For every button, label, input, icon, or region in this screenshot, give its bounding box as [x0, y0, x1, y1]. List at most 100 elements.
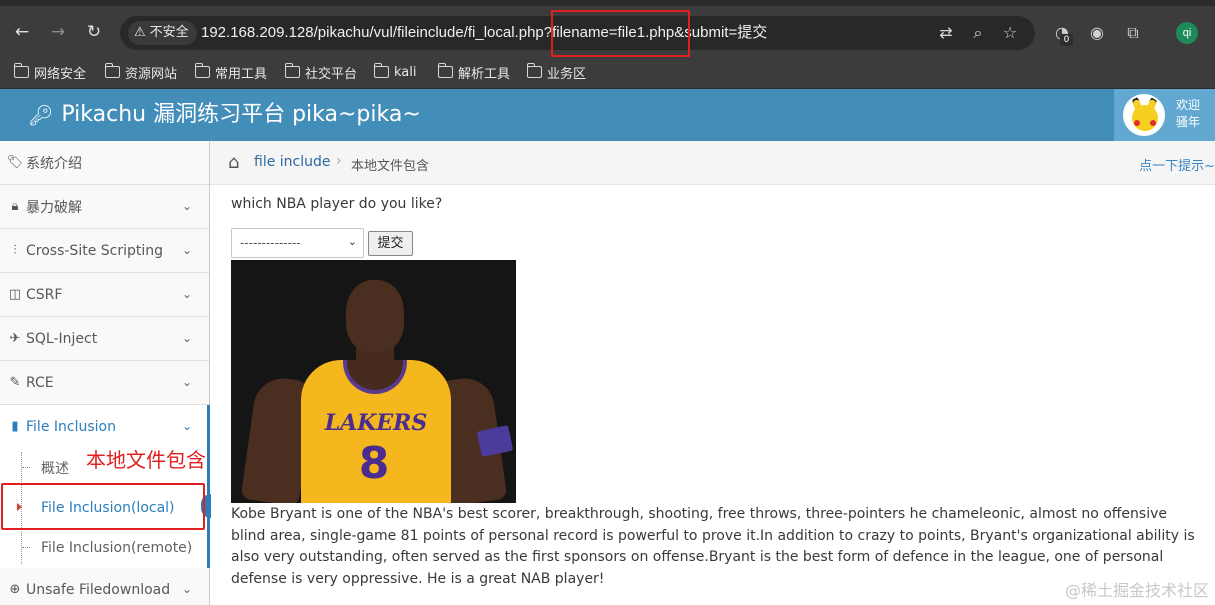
bookmark-label: 网络安全 [34, 66, 87, 82]
bookmark-folder[interactable]: 资源网站 [104, 62, 178, 82]
warning-icon: ⚠ [134, 25, 146, 40]
bookmark-folder[interactable]: kali [373, 62, 417, 82]
select-value: -------------- [240, 236, 301, 250]
back-button[interactable]: ← [10, 20, 34, 44]
bookmark-folder[interactable]: 常用工具 [194, 62, 268, 82]
key-icon: 🔑︎ [28, 103, 54, 127]
sidebar-item-label: SQL-Inject [26, 330, 98, 347]
forward-button[interactable]: → [46, 20, 70, 44]
app-title-text: Pikachu 漏洞练习平台 pika~pika~ [61, 102, 421, 127]
sidebar-item-label: CSRF [26, 286, 63, 303]
username: 骚年 [1176, 115, 1201, 129]
bookmark-label: 解析工具 [458, 66, 511, 82]
chevron-down-icon: ⌄ [182, 419, 193, 433]
zoom-icon[interactable]: ⌕ [968, 23, 988, 43]
extension-badge: 0 [1060, 34, 1073, 46]
sidebar-item-label: File Inclusion [26, 418, 116, 435]
tags-icon: 🏷︎ [6, 155, 24, 170]
file-icon: ▮ [11, 419, 19, 434]
profile-avatar[interactable]: qi [1176, 22, 1198, 44]
photo-head [346, 280, 404, 352]
player-photo: LAKERS 8 [231, 260, 516, 503]
forward-arrow-icon: → [50, 22, 66, 42]
folder-icon [373, 63, 389, 78]
folder-icon [104, 63, 120, 78]
submenu-item-file-inclusion-remote[interactable]: File Inclusion(remote) [0, 528, 209, 568]
sidebar-item-sql-inject[interactable]: ✈ SQL-Inject ⌄ [0, 317, 209, 361]
bookmark-label: 常用工具 [215, 66, 268, 82]
lock-icon: 🔒︎ [11, 199, 19, 214]
greeting-line: 欢迎 [1176, 98, 1201, 112]
bookmarks-bar: 网络安全 资源网站 常用工具 社交平台 kali 解析工具 业务区 [0, 55, 1215, 89]
breadcrumb-current: 本地文件包含 [351, 159, 430, 174]
sidebar-item-label: RCE [26, 374, 54, 391]
bookmark-folder[interactable]: 解析工具 [437, 62, 511, 82]
sidebar-item-rce[interactable]: ✎ RCE ⌄ [0, 361, 209, 405]
bookmark-folder[interactable]: 社交平台 [284, 62, 358, 82]
star-icon[interactable]: ☆ [1000, 23, 1020, 43]
home-icon[interactable]: ⌂ [228, 152, 239, 173]
pikachu-cheek [1150, 120, 1156, 126]
record-icon[interactable]: ◉ [1086, 22, 1108, 44]
pikachu-cheek [1134, 120, 1140, 126]
bookmark-label: 资源网站 [125, 66, 178, 82]
bookmark-label: 业务区 [547, 66, 587, 82]
app-header: 🔑︎ Pikachu 漏洞练习平台 pika~pika~ [0, 89, 1215, 141]
tree-connector [22, 467, 30, 468]
reload-button[interactable]: ↻ [82, 20, 106, 44]
pikachu-face [1132, 105, 1158, 131]
photo-wristband [476, 424, 514, 458]
sidebar-item-label: Cross-Site Scripting [26, 242, 164, 259]
breadcrumb-separator: › [336, 153, 342, 169]
sidebar-item-xss[interactable]: ⫶ Cross-Site Scripting ⌄ [0, 229, 209, 273]
security-chip[interactable]: ⚠ 不安全 [128, 21, 197, 45]
sidebar-item-unsafe-filedownload[interactable]: ⊕ Unsafe Filedownload ⌄ [0, 568, 209, 605]
breadcrumb-link[interactable]: file include [254, 154, 331, 170]
submit-button[interactable]: 提交 [368, 231, 413, 256]
annotation-label: 本地文件包含 [86, 448, 206, 472]
bookmark-folder[interactable]: 业务区 [526, 62, 587, 82]
security-label: 不安全 [149, 25, 189, 40]
translate-icon[interactable]: ⇄ [936, 23, 956, 43]
sidebar-item-intro[interactable]: 🏷︎ 系统介绍 [0, 141, 209, 185]
folder-icon [284, 63, 300, 78]
folder-icon [437, 63, 453, 78]
player-select[interactable]: -------------- ⌄ [231, 228, 364, 258]
caret-square-icon: ◫ [8, 287, 22, 302]
chevron-down-icon: ⌄ [182, 375, 193, 389]
sidebar-item-label: 暴力破解 [26, 199, 82, 216]
user-menu[interactable]: 欢迎 骚年 [1114, 89, 1215, 141]
sidebar-item-label: 系统介绍 [26, 155, 82, 172]
sliders-icon: ⫶ [13, 243, 17, 258]
folder-icon [194, 63, 210, 78]
avatar [1123, 94, 1165, 136]
chevron-down-icon: ⌄ [347, 235, 357, 248]
back-arrow-icon: ← [14, 22, 30, 42]
hint-link[interactable]: 点一下提示~ [1139, 155, 1215, 174]
chevron-down-icon: ⌄ [182, 287, 193, 301]
player-description: Kobe Bryant is one of the NBA's best sco… [231, 506, 1195, 587]
chevron-down-icon: ⌄ [182, 199, 193, 213]
bookmark-folder[interactable]: 网络安全 [13, 62, 87, 82]
sidebar-item-brute-force[interactable]: 🔒︎ 暴力破解 ⌄ [0, 185, 209, 229]
sidebar-item-file-inclusion[interactable]: ▮ File Inclusion ⌄ [0, 405, 209, 449]
chevron-down-icon: ⌄ [182, 582, 193, 596]
submenu-item-label: File Inclusion(remote) [41, 540, 193, 556]
chevron-down-icon: ⌄ [182, 243, 193, 257]
bookmark-label: 社交平台 [305, 66, 358, 82]
bookmark-label: kali [394, 64, 417, 80]
sidebar-item-csrf[interactable]: ◫ CSRF ⌄ [0, 273, 209, 317]
user-greeting: 欢迎 骚年 [1176, 97, 1200, 131]
jersey-number: 8 [358, 438, 390, 489]
submenu-item-label: 概述 [41, 461, 69, 477]
active-indicator [207, 405, 210, 568]
download-icon: ⊕ [9, 582, 21, 597]
watermark: @稀土掘金技术社区 [1064, 581, 1209, 600]
folder-icon [526, 63, 542, 78]
question-text: which NBA player do you like? [231, 196, 443, 212]
puzzle-icon[interactable]: ⧉ [1122, 22, 1144, 44]
app-title[interactable]: 🔑︎ Pikachu 漏洞练习平台 pika~pika~ [28, 100, 421, 130]
sidebar-annotation-box [1, 483, 205, 530]
tab-strip [0, 0, 1215, 6]
plane-icon: ✈ [9, 331, 21, 346]
